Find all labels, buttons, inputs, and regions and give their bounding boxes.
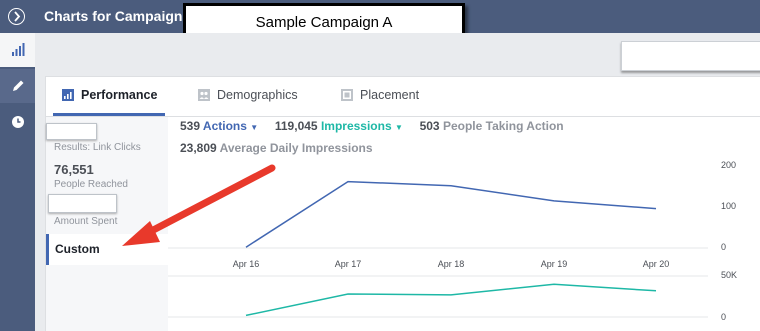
actions-series-line: [245, 180, 657, 248]
tab-label: Performance: [81, 88, 158, 102]
tab-label: Placement: [360, 88, 420, 102]
x-tick-label: Apr 17: [335, 259, 362, 269]
pencil-icon: [12, 80, 23, 91]
impressions-value: 119,045: [274, 119, 318, 133]
tab-demographics[interactable]: Demographics: [198, 88, 298, 102]
actions-dropdown[interactable]: Actions ▼: [203, 119, 258, 133]
custom-label: Custom: [55, 242, 100, 256]
chevron-down-icon: ▼: [394, 123, 403, 132]
nav-history[interactable]: [0, 105, 35, 139]
redacted-value: [46, 123, 97, 140]
y-tick-label: 0: [721, 312, 726, 322]
x-tick-label: Apr 18: [438, 259, 465, 269]
page-title: Charts for Campaign:: [44, 8, 188, 24]
results-label: Results: Link Clicks: [54, 142, 141, 153]
actions-label: Actions: [202, 119, 247, 133]
tab-label: Demographics: [217, 88, 298, 102]
nav-charts[interactable]: [0, 33, 35, 67]
bar-chart-icon: [62, 89, 74, 101]
back-button[interactable]: [8, 8, 25, 25]
placement-icon: [341, 89, 353, 101]
people-icon: [198, 89, 210, 101]
x-tick-label: Apr 20: [643, 259, 670, 269]
x-tick-label: Apr 16: [233, 259, 260, 269]
impressions-series-line: [245, 283, 657, 317]
daily-impressions-label: Average Daily Impressions: [219, 141, 373, 155]
tab-performance[interactable]: Performance: [62, 88, 157, 102]
taking-action-value: 503: [419, 119, 440, 133]
y-tick-label: 100: [721, 201, 736, 211]
clock-icon: [11, 116, 24, 128]
sub-bar: [35, 33, 760, 71]
y-tick-label: 50K: [721, 270, 737, 280]
nav-edit[interactable]: [0, 69, 35, 103]
daily-impressions-value: 23,809: [180, 141, 217, 155]
chevron-down-icon: ▼: [250, 123, 259, 132]
metrics-row: 539 Actions ▼ 119,045 Impressions ▼ 503 …: [180, 119, 564, 133]
annotation-arrow: [122, 164, 276, 246]
y-tick-label: 0: [721, 242, 726, 252]
redacted-value: [48, 194, 117, 213]
redacted-field: [621, 41, 760, 71]
bar-chart-icon: [11, 43, 24, 56]
actions-value: 539: [180, 119, 201, 133]
reach-value: 76,551: [54, 162, 94, 177]
chevron-right-icon: [14, 11, 21, 22]
impressions-label: Impressions: [320, 119, 392, 133]
x-tick-label: Apr 19: [541, 259, 568, 269]
tab-placement[interactable]: Placement: [341, 88, 419, 102]
impressions-dropdown[interactable]: Impressions ▼: [321, 119, 403, 133]
metrics-row-2: 23,809 Average Daily Impressions: [180, 141, 373, 155]
amount-label: Amount Spent: [54, 216, 118, 227]
left-nav: [0, 33, 35, 331]
taking-action-label: People Taking Action: [442, 119, 564, 133]
y-tick-label: 200: [721, 160, 736, 170]
